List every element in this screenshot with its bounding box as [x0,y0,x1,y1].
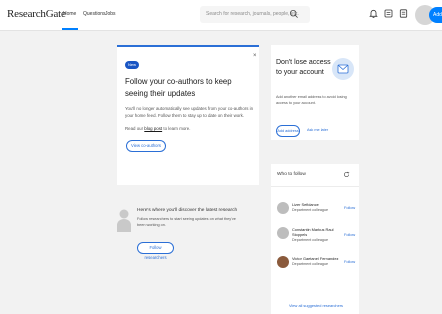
access-title: Don't lose access to your account [276,59,331,76]
search-icon[interactable] [289,9,299,19]
who-to-follow-title: Who to follow [277,172,306,177]
follow-button[interactable]: Follow [344,259,355,264]
read-prefix: Read our [125,126,145,131]
ask-me-later-link[interactable]: Ask me later [307,128,328,132]
discover-title: Here's where you'll discover the latest … [137,208,238,213]
new-badge: New [125,61,140,69]
search-placeholder: Search for research, journals, people, e… [206,11,299,17]
follow-researchers-button[interactable]: Follow researchers [137,242,174,260]
top-navigation-bar: ResearchGate Home Questions Jobs Search … [0,0,442,31]
refresh-icon[interactable] [343,171,350,178]
researcher-department: Department colleague [292,238,329,242]
card-description: You'll no longer automatically see updat… [125,106,254,118]
add-address-button[interactable]: Add address [276,125,300,137]
messages-icon[interactable] [383,8,394,19]
avatar[interactable] [277,256,289,268]
email-security-icon [332,58,354,80]
nav-jobs[interactable]: Jobs [105,11,116,17]
discover-research-section: Here's where you'll discover the latest … [117,197,259,269]
researcher-placeholder-icon [117,209,131,232]
follow-button[interactable]: Follow [344,232,355,237]
avatar[interactable] [277,227,289,239]
follow-button[interactable]: Follow [344,205,355,210]
close-icon[interactable]: × [253,53,257,59]
researcher-name[interactable]: Lizer Sefidance [292,202,342,207]
access-description: Add another email address to avoid losin… [276,95,347,105]
avatar[interactable] [277,202,289,214]
researchgate-logo[interactable]: ResearchGate [7,8,66,20]
researcher-name[interactable]: Constantin Markus Raul Stoppels [292,227,342,237]
researcher-name[interactable]: Victor Gaetanel Fernandez [292,256,352,261]
view-coauthors-button[interactable]: View co-authors [126,140,166,152]
account-access-card: Don't lose access to your account Add an… [271,45,359,140]
read-suffix: to learn more. [162,126,191,131]
nav-active-indicator [62,28,78,30]
follow-coauthors-card: New × Follow your co-authors to keep see… [117,45,259,185]
requests-icon[interactable] [398,8,409,19]
view-all-researchers-link[interactable]: View all suggested researchers [289,303,343,308]
nav-questions[interactable]: Questions [83,11,106,17]
notifications-bell-icon[interactable] [368,8,379,19]
discover-description: Follow researchers to start seeing updat… [137,217,236,227]
add-button[interactable]: Add [429,7,442,23]
card-title: Follow your co-authors to keep seeing th… [125,77,232,98]
read-more-text: Read our blog post to learn more. [125,126,190,131]
blog-post-link[interactable]: blog post [144,126,162,131]
who-to-follow-card: Who to follow Lizer Sefidance Department… [271,164,359,314]
search-input[interactable]: Search for research, journals, people, e… [200,6,310,23]
researcher-department: Department colleague [292,262,329,266]
divider [271,186,359,187]
nav-home[interactable]: Home [63,11,76,17]
researcher-department: Department colleague [292,208,329,212]
